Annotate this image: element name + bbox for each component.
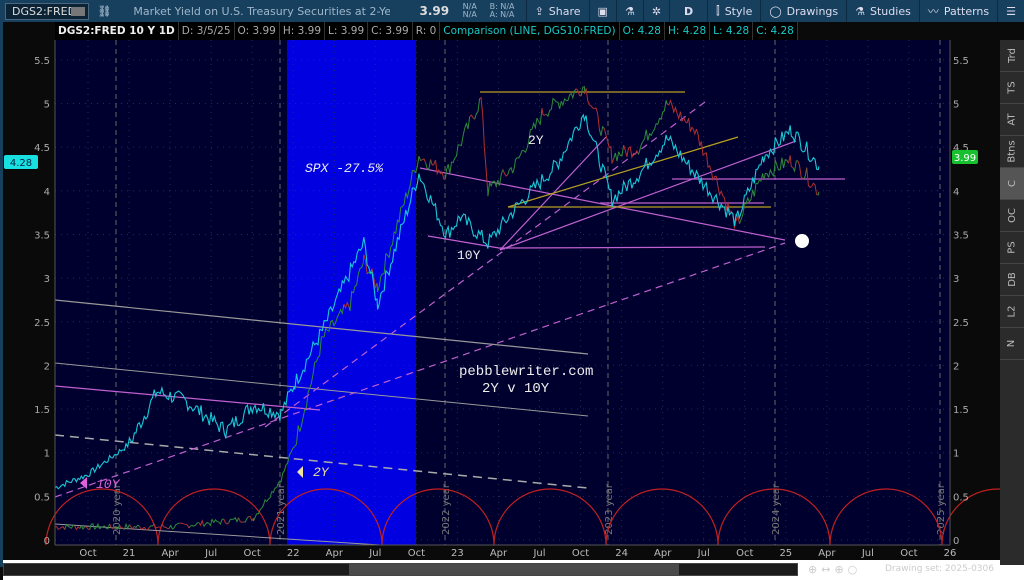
side-tab-at[interactable]: AT <box>1000 104 1024 136</box>
marker-2y-label: 2Y <box>313 465 330 480</box>
x-tick: 24 <box>615 548 628 559</box>
y-tick-right: 0.5 <box>953 492 969 503</box>
right-price-badge-text: 3.99 <box>954 153 976 164</box>
crosshair-icon[interactable]: ⊕ <box>834 563 847 576</box>
label-2y: 2Y <box>528 133 544 148</box>
y-tick-right: 1.5 <box>953 405 969 416</box>
side-tab-btns[interactable]: Btns <box>1000 136 1024 168</box>
side-tab-n[interactable]: N <box>1000 328 1024 360</box>
target-marker[interactable] <box>795 234 809 248</box>
x-tick: 22 <box>287 548 300 559</box>
site-annotation: pebblewriter.com <box>459 364 593 380</box>
y-tick-right: 3.5 <box>953 230 969 241</box>
side-tab-c[interactable]: C <box>1000 168 1024 200</box>
year-label: 2022 year <box>441 483 452 535</box>
year-label: 2021 year <box>276 483 287 535</box>
spx-annotation: SPX -27.5% <box>305 161 384 176</box>
x-tick: Oct <box>79 548 96 559</box>
horizontal-scrollbar[interactable] <box>3 563 798 576</box>
marker-10y-label: 10Y <box>96 477 121 492</box>
y-tick-right: 5 <box>953 100 959 111</box>
y-tick-right: 3 <box>953 274 959 285</box>
y-tick-right: 2.5 <box>953 318 969 329</box>
scrollbar-thumb[interactable] <box>349 564 679 575</box>
y-tick-left: 1.5 <box>34 405 50 416</box>
y-tick-left: 3 <box>44 274 50 285</box>
x-tick: Apr <box>326 548 344 559</box>
side-tab-l2[interactable]: L2 <box>1000 296 1024 328</box>
y-tick-left: 0 <box>44 536 50 547</box>
y-tick-right: 2 <box>953 361 959 372</box>
x-tick: Oct <box>736 548 753 559</box>
x-tick: Apr <box>654 548 672 559</box>
x-tick: 26 <box>944 548 957 559</box>
x-tick: Jul <box>204 548 217 559</box>
y-tick-left: 4.5 <box>34 143 50 154</box>
x-tick: Apr <box>161 548 179 559</box>
x-tick: Jul <box>532 548 545 559</box>
x-tick: 25 <box>779 548 792 559</box>
y-tick-right: 5.5 <box>953 56 969 67</box>
x-tick: Jul <box>861 548 874 559</box>
x-tick: Oct <box>244 548 261 559</box>
y-tick-left: 2 <box>44 361 50 372</box>
x-tick: Oct <box>900 548 917 559</box>
x-axis: Oct 21 Apr Jul Oct 22 Apr Jul Oct 23 Apr Jul Oct 24 Ap… <box>79 548 956 559</box>
y-tick-left: 5 <box>44 100 50 111</box>
x-tick: 21 <box>123 548 136 559</box>
pan-icon[interactable]: ↔ <box>821 563 834 576</box>
side-tabs: Trd TS AT Btns C OC PS DB L2 N <box>1000 40 1024 565</box>
year-label: 2024 year <box>771 483 782 535</box>
x-tick: Apr <box>818 548 836 559</box>
circle-icon[interactable]: ○ <box>848 563 862 576</box>
drawing-set-label: Drawing set: 2025-0306 <box>885 564 994 574</box>
zoom-icon[interactable]: ⊕ <box>808 563 821 576</box>
side-tab-ts[interactable]: TS <box>1000 72 1024 104</box>
x-tick: Jul <box>368 548 381 559</box>
y-tick-left: 5.5 <box>34 56 50 67</box>
x-tick: 23 <box>451 548 464 559</box>
subtitle-annotation: 2Y v 10Y <box>482 381 550 397</box>
side-tab-oc[interactable]: OC <box>1000 200 1024 232</box>
x-tick: Jul <box>697 548 710 559</box>
price-chart[interactable]: 2020 year 2021 year 2022 year 2023 year 2024… <box>0 0 1024 563</box>
chart-background <box>55 40 950 545</box>
year-label: 2023 year <box>604 483 615 535</box>
y-tick-right: 4 <box>953 187 959 198</box>
label-10y: 10Y <box>457 248 481 263</box>
side-tab-trd[interactable]: Trd <box>1000 40 1024 72</box>
x-tick: Apr <box>490 548 508 559</box>
x-tick: Oct <box>408 548 425 559</box>
left-price-badge-text: 4.28 <box>10 158 32 169</box>
side-tab-db[interactable]: DB <box>1000 264 1024 296</box>
y-tick-right: 1 <box>953 449 959 460</box>
y-tick-right: 0 <box>953 536 959 547</box>
y-tick-left: 3.5 <box>34 230 50 241</box>
y-tick-left: 2.5 <box>34 318 50 329</box>
y-tick-left: 4 <box>44 187 50 198</box>
y-tick-left: 0.5 <box>34 492 50 503</box>
x-tick: Oct <box>572 548 589 559</box>
y-tick-left: 1 <box>44 449 50 460</box>
side-tab-ps[interactable]: PS <box>1000 232 1024 264</box>
